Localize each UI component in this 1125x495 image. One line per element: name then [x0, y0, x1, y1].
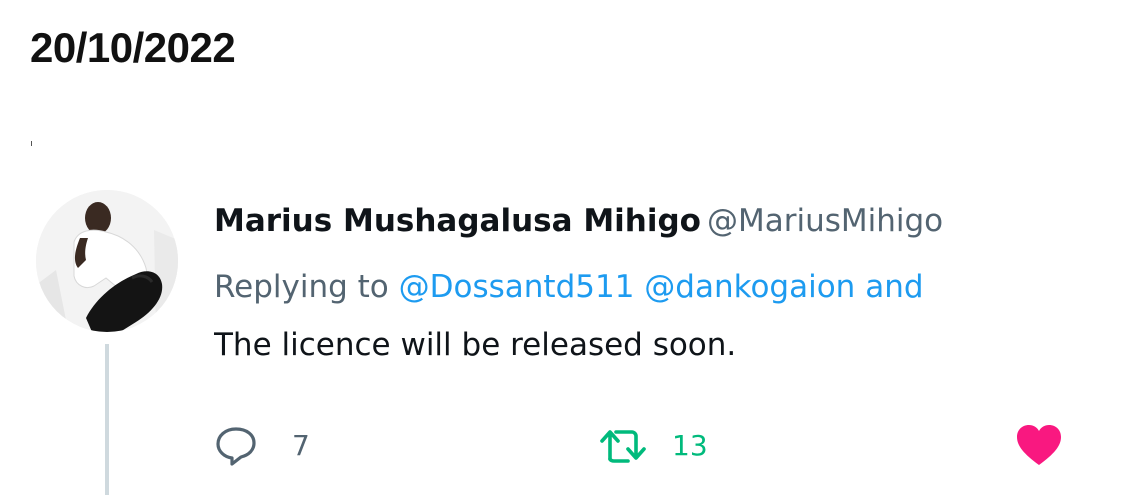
like-button[interactable]: [1014, 420, 1064, 470]
mention-more-link[interactable]: and: [865, 269, 923, 305]
tweet-body: Marius Mushagalusa Mihigo @MariusMihigo R…: [214, 196, 1094, 370]
divider-mark: [31, 141, 32, 146]
reply-count: 7: [292, 428, 310, 462]
retweet-button[interactable]: 13: [598, 420, 708, 470]
mention-link[interactable]: @dankogaion: [644, 269, 855, 305]
thread-line: [105, 344, 109, 495]
author-row: Marius Mushagalusa Mihigo @MariusMihigo: [214, 196, 1094, 246]
tweet-actions: 7 13: [214, 420, 1094, 470]
author-name[interactable]: Marius Mushagalusa Mihigo: [214, 203, 701, 239]
replying-to: Replying to @Dossantd511 @dankogaion and: [214, 262, 1094, 312]
mention-link[interactable]: @Dossantd511: [399, 269, 635, 305]
reply-icon: [214, 423, 258, 467]
reply-button[interactable]: 7: [214, 420, 310, 470]
replying-to-label: Replying to: [214, 269, 389, 305]
author-handle[interactable]: @MariusMihigo: [707, 203, 943, 239]
retweet-count: 13: [672, 428, 708, 462]
tweet-text: The licence will be released soon.: [214, 327, 737, 363]
avatar-photo: [36, 190, 178, 332]
heart-icon: [1014, 422, 1064, 468]
avatar[interactable]: [36, 190, 178, 332]
date-header: 20/10/2022: [30, 24, 236, 71]
retweet-icon: [598, 423, 648, 467]
